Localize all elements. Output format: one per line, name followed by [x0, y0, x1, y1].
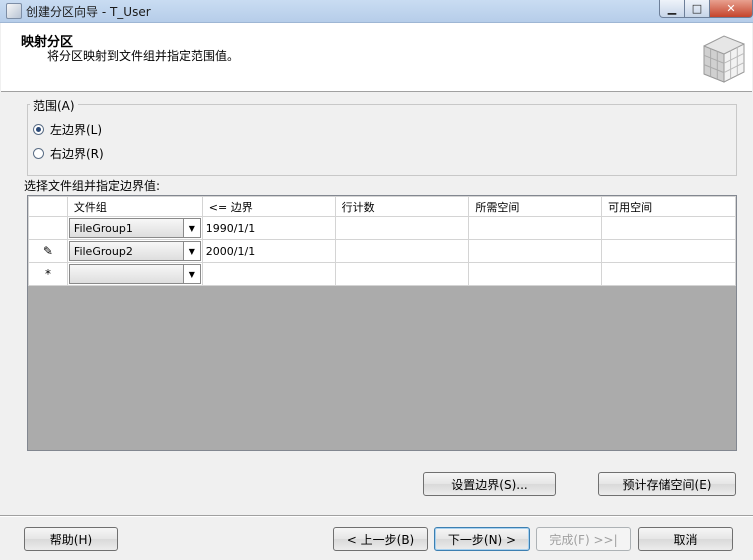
available-space-cell — [601, 239, 736, 263]
edit-row-pencil-icon[interactable]: ✎ — [28, 239, 68, 263]
filegroup-value: FileGroup2 — [73, 244, 133, 258]
close-button[interactable]: ✕ — [710, 0, 753, 18]
back-button[interactable]: < 上一步(B) — [333, 527, 428, 551]
dropdown-arrow-icon[interactable]: ▼ — [182, 242, 200, 260]
filegroup-dropdown[interactable]: FileGroup2 ▼ — [68, 241, 201, 261]
new-row-asterisk-icon[interactable]: * — [28, 262, 68, 286]
row-header-corner — [28, 196, 68, 217]
wizard-header: 映射分区 将分区映射到文件组并指定范围值。 — [1, 23, 752, 92]
boundary-cell[interactable] — [201, 262, 336, 286]
window-title: 创建分区向导 - T_User — [26, 5, 151, 19]
column-header-available-space[interactable]: 可用空间 — [601, 196, 736, 217]
filegroup-dropdown[interactable]: FileGroup1 ▼ — [68, 218, 201, 238]
row-count-cell — [334, 239, 470, 263]
required-space-cell — [468, 216, 603, 240]
table-header-row: 文件组 <= 边界 行计数 所需空间 可用空间 — [28, 196, 736, 217]
right-boundary-radio[interactable] — [33, 148, 44, 159]
left-boundary-label: 左边界(L) — [50, 123, 103, 137]
row-count-cell — [334, 262, 470, 286]
boundary-value — [203, 268, 206, 281]
dropdown-arrow-icon[interactable]: ▼ — [182, 219, 200, 237]
maximize-button[interactable]: □ — [685, 0, 710, 18]
partition-table: 文件组 <= 边界 行计数 所需空间 可用空间 FileGroup1 ▼ 199… — [28, 196, 736, 286]
column-header-filegroup[interactable]: 文件组 — [66, 196, 203, 217]
help-button[interactable]: 帮助(H) — [24, 527, 118, 551]
filegroup-value: FileGroup1 — [73, 221, 133, 235]
caption-buttons: ▁ □ ✕ — [659, 0, 753, 18]
row-count-cell — [334, 216, 470, 240]
title-bar: 创建分区向导 - T_User ▁ □ ✕ — [0, 0, 753, 23]
left-boundary-radio[interactable] — [33, 124, 44, 135]
available-space-cell — [601, 216, 736, 240]
boundary-value: 1990/1/1 — [205, 221, 256, 235]
range-groupbox — [27, 104, 737, 176]
filegroup-cell[interactable]: FileGroup1 ▼ — [66, 216, 203, 240]
boundary-cell[interactable]: 1990/1/1 — [201, 216, 336, 240]
estimate-storage-button[interactable]: 预计存储空间(E) — [598, 472, 736, 496]
table-row: * ▼ — [28, 262, 736, 286]
right-boundary-label: 右边界(R) — [50, 147, 104, 161]
required-space-cell — [468, 239, 603, 263]
filegroup-cell[interactable]: ▼ — [66, 262, 203, 286]
set-boundaries-button[interactable]: 设置边界(S)... — [423, 472, 556, 496]
column-header-row-count[interactable]: 行计数 — [334, 196, 470, 217]
create-partition-wizard-window: 创建分区向导 - T_User ▁ □ ✕ 映射分区 将分区映射到文件组并指定范… — [0, 0, 753, 560]
available-space-cell — [601, 262, 736, 286]
filegroup-section-label: 选择文件组并指定边界值: — [24, 179, 161, 193]
page-subtitle: 将分区映射到文件组并指定范围值。 — [47, 49, 240, 63]
cancel-button[interactable]: 取消 — [638, 527, 733, 551]
row-header[interactable] — [28, 216, 68, 240]
range-group-label: 范围(A) — [30, 97, 78, 114]
right-boundary-option[interactable]: 右边界(R) — [33, 145, 104, 162]
table-row: ✎ FileGroup2 ▼ 2000/1/1 — [28, 239, 736, 263]
cube-icon — [703, 35, 745, 83]
app-icon — [6, 3, 22, 19]
finish-button: 完成(F) >>| — [536, 527, 631, 551]
boundary-cell[interactable]: 2000/1/1 — [201, 239, 336, 263]
filegroup-dropdown[interactable]: ▼ — [68, 264, 201, 284]
partition-grid: 文件组 <= 边界 行计数 所需空间 可用空间 FileGroup1 ▼ 199… — [27, 195, 737, 451]
column-header-boundary[interactable]: <= 边界 — [201, 196, 336, 217]
column-header-required-space[interactable]: 所需空间 — [468, 196, 603, 217]
left-boundary-option[interactable]: 左边界(L) — [33, 121, 102, 138]
footer-divider — [0, 515, 753, 517]
next-button[interactable]: 下一步(N) > — [434, 527, 530, 551]
filegroup-cell[interactable]: FileGroup2 ▼ — [66, 239, 203, 263]
required-space-cell — [468, 262, 603, 286]
boundary-value: 2000/1/1 — [205, 244, 256, 258]
minimize-button[interactable]: ▁ — [659, 0, 685, 18]
dropdown-arrow-icon[interactable]: ▼ — [182, 265, 200, 283]
table-row: FileGroup1 ▼ 1990/1/1 — [28, 216, 736, 240]
